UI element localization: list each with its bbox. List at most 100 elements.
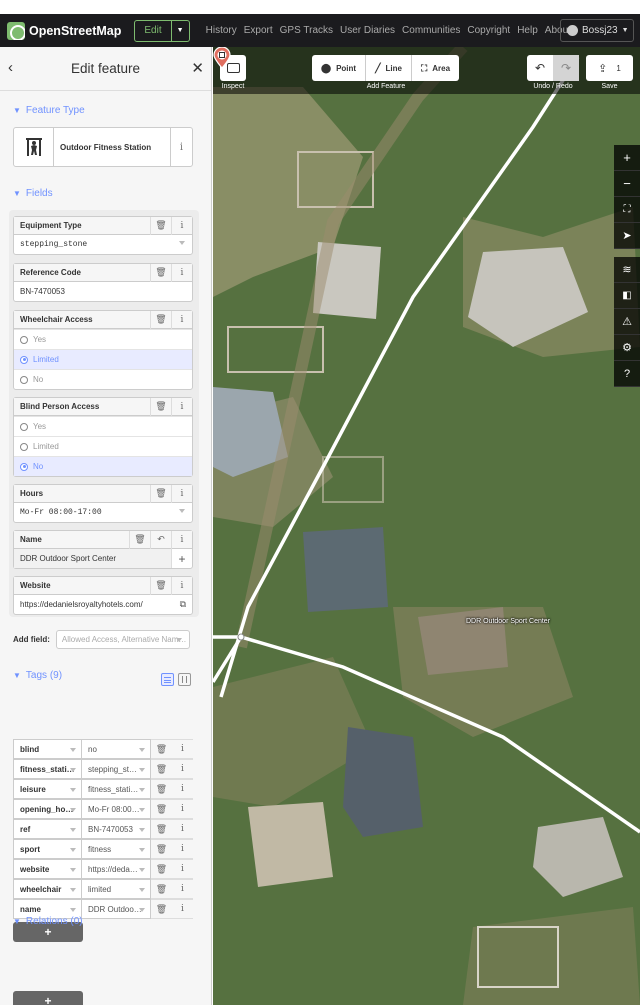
nav-link-help[interactable]: Help [517, 25, 538, 36]
feature-type-section-toggle[interactable]: ▼ Feature Type [13, 105, 85, 116]
tag-value-input[interactable]: https://deda… [81, 859, 151, 879]
trash-icon[interactable]: 🗑 [151, 799, 172, 819]
close-icon[interactable]: ✕ [191, 59, 204, 77]
trash-icon[interactable]: 🗑 [151, 899, 172, 919]
edit-dropdown-icon[interactable]: ▼ [171, 19, 190, 42]
trash-icon[interactable]: 🗑 [151, 839, 172, 859]
feature-pin-icon[interactable] [213, 47, 231, 69]
tag-key-input[interactable]: wheelchair [13, 879, 81, 899]
nav-link-history[interactable]: History [206, 25, 237, 36]
nav-link-copyright[interactable]: Copyright [467, 25, 510, 36]
user-menu-button[interactable]: Bossj23 ▼ [560, 19, 634, 42]
zoom-out-icon[interactable]: − [614, 171, 640, 197]
trash-icon[interactable]: 🗑 [151, 779, 172, 799]
info-icon[interactable]: i [171, 530, 192, 549]
tag-value-input[interactable]: stepping_st… [81, 759, 151, 779]
tag-key-input[interactable]: opening_ho… [13, 799, 81, 819]
tag-key-input[interactable]: website [13, 859, 81, 879]
info-icon[interactable]: i [171, 576, 192, 595]
tag-key-input[interactable]: leisure [13, 779, 81, 799]
trash-icon[interactable]: 🗑 [151, 759, 172, 779]
name-input[interactable]: DDR Outdoor Sport Center [14, 549, 171, 568]
back-icon[interactable]: ‹ [8, 59, 13, 76]
wheelchair-option-yes[interactable]: Yes [14, 329, 192, 349]
add-localized-name-icon[interactable]: + [171, 549, 192, 568]
issues-warning-icon[interactable]: ⚠ [614, 309, 640, 335]
add-relation-button[interactable]: + [13, 991, 83, 1005]
info-icon[interactable]: i [171, 216, 192, 235]
info-icon[interactable]: i [171, 397, 192, 416]
equipment-type-combo[interactable]: stepping_stone [14, 235, 192, 254]
blind-option-no[interactable]: No [14, 456, 192, 476]
trash-icon[interactable]: 🗑 [151, 859, 172, 879]
info-icon[interactable]: i [171, 263, 192, 282]
trash-icon[interactable]: 🗑 [150, 484, 171, 503]
tag-value-input[interactable]: limited [81, 879, 151, 899]
website-input[interactable]: https://dedanielsroyaltyhotels.com/ ⧉ [14, 595, 192, 614]
info-icon[interactable]: i [172, 899, 193, 919]
info-icon[interactable]: i [172, 739, 193, 759]
tag-value-input[interactable]: fitness [81, 839, 151, 859]
add-line-button[interactable]: ╱ Line [366, 55, 412, 81]
add-field-input[interactable]: Allowed Access, Alternative Nam… [55, 630, 190, 649]
trash-icon[interactable]: 🗑 [129, 530, 150, 549]
nav-link-export[interactable]: Export [244, 25, 273, 36]
nav-link-gps-tracks[interactable]: GPS Tracks [280, 25, 333, 36]
trash-icon[interactable]: 🗑 [150, 397, 171, 416]
trash-icon[interactable]: 🗑 [151, 879, 172, 899]
info-icon[interactable]: i [172, 839, 193, 859]
tag-value-input[interactable]: DDR Outdoo… [81, 899, 151, 919]
info-icon[interactable]: i [172, 799, 193, 819]
info-icon[interactable]: i [172, 879, 193, 899]
wheelchair-option-limited[interactable]: Limited [14, 349, 192, 369]
edit-button[interactable]: Edit [134, 19, 172, 42]
background-layers-icon[interactable]: ≋ [614, 257, 640, 283]
redo-icon[interactable]: ↷ [553, 55, 579, 81]
trash-icon[interactable]: 🗑 [150, 310, 171, 329]
preset-selector[interactable]: Outdoor Fitness Station i [13, 127, 193, 167]
tag-value-input[interactable]: no [81, 739, 151, 759]
tag-value-input[interactable]: BN-7470053 [81, 819, 151, 839]
wheelchair-option-no[interactable]: No [14, 369, 192, 389]
osm-logo[interactable]: OpenStreetMap [7, 21, 121, 40]
save-button[interactable]: ⇪ 1 [586, 55, 633, 81]
info-icon[interactable]: i [172, 859, 193, 879]
list-view-icon[interactable] [161, 673, 174, 686]
map-canvas[interactable]: Inspect ⬤ Point ╱ Line ⛶ Area Add Featur… [213, 47, 640, 1005]
nav-link-user-diaries[interactable]: User Diaries [340, 25, 395, 36]
map-data-icon[interactable]: ◧ [614, 283, 640, 309]
text-view-icon[interactable] [178, 673, 191, 686]
nav-link-communities[interactable]: Communities [402, 25, 460, 36]
tag-value-input[interactable]: fitness_stati… [81, 779, 151, 799]
reference-code-input[interactable]: BN-7470053 [14, 282, 192, 301]
info-icon[interactable]: i [172, 819, 193, 839]
trash-icon[interactable]: 🗑 [150, 576, 171, 595]
info-icon[interactable]: i [171, 310, 192, 329]
add-area-button[interactable]: ⛶ Area [412, 55, 459, 81]
trash-icon[interactable]: 🗑 [150, 216, 171, 235]
info-icon[interactable]: i [172, 779, 193, 799]
undo-icon[interactable]: ↶ [527, 55, 553, 81]
tag-key-input[interactable]: sport [13, 839, 81, 859]
add-point-button[interactable]: ⬤ Point [312, 55, 367, 81]
fields-section-toggle[interactable]: ▼ Fields [13, 188, 53, 199]
relations-section-toggle[interactable]: ▼ Relations (0) [13, 916, 83, 927]
trash-icon[interactable]: 🗑 [151, 819, 172, 839]
zoom-to-selection-icon[interactable]: ⛶ [614, 197, 640, 223]
tag-key-input[interactable]: fitness_stati… [13, 759, 81, 779]
geolocate-icon[interactable]: ➤ [614, 223, 640, 249]
trash-icon[interactable]: 🗑 [151, 739, 172, 759]
blind-option-limited[interactable]: Limited [14, 436, 192, 456]
revert-icon[interactable]: ↶ [150, 530, 171, 549]
info-icon[interactable]: i [172, 759, 193, 779]
tag-value-input[interactable]: Mo-Fr 08:00… [81, 799, 151, 819]
preferences-icon[interactable]: ⚙ [614, 335, 640, 361]
preset-info-icon[interactable]: i [170, 128, 192, 166]
help-icon[interactable]: ? [614, 361, 640, 387]
hours-combo[interactable]: Mo-Fr 08:00-17:00 [14, 503, 192, 522]
info-icon[interactable]: i [171, 484, 192, 503]
tags-section-toggle[interactable]: ▼ Tags (9) [13, 670, 62, 681]
external-link-icon[interactable]: ⧉ [180, 599, 186, 610]
trash-icon[interactable]: 🗑 [150, 263, 171, 282]
tag-key-input[interactable]: blind [13, 739, 81, 759]
